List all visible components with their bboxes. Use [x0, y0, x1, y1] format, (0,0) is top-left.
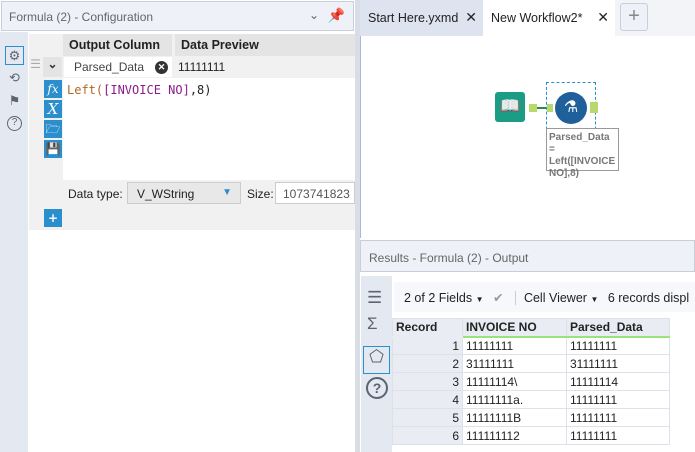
tag-icon[interactable]: ⚑ — [6, 92, 23, 109]
record-number[interactable]: 6 — [392, 426, 463, 445]
data-rows-icon[interactable]: ☰ — [367, 288, 382, 308]
table-row[interactable]: 2 31111111 31111111 — [392, 354, 670, 373]
record-number[interactable]: 2 — [392, 354, 463, 373]
help-icon[interactable]: ? — [366, 377, 388, 399]
expression-args: ,8) — [189, 83, 212, 97]
open-folder-icon[interactable]: 🗁 — [44, 120, 62, 138]
config-title-bar: Formula (2) - Configuration ⌄ 📌 — [1, 1, 354, 31]
results-side-strip: ☰ Σ ⬠ ? — [361, 276, 392, 452]
data-type-label: Data type: — [68, 187, 123, 201]
invoice-no-cell[interactable]: 11111111B — [462, 408, 567, 427]
table-row[interactable]: 3 11111114\ 11111114 — [392, 372, 670, 391]
pin-icon[interactable]: 📌 — [328, 7, 345, 24]
invoice-no-cell[interactable]: 31111111 — [462, 354, 567, 373]
cell-viewer-dropdown[interactable]: Cell Viewer ▼ — [524, 291, 598, 305]
connection-icon[interactable]: ⟲ — [6, 69, 23, 86]
input-tool-icon[interactable]: 📖 — [495, 92, 525, 122]
results-title-bar: Results - Formula (2) - Output — [360, 240, 695, 272]
clear-icon[interactable]: ✕ — [155, 61, 168, 74]
help-icon[interactable]: ? — [7, 116, 22, 131]
tab-label: New Workflow2* — [491, 11, 583, 25]
tab-new-workflow2[interactable]: New Workflow2* ✕ — [483, 0, 615, 36]
collapse-chevron-icon[interactable]: ⌄ — [43, 57, 62, 77]
gear-icon[interactable]: ⚙ — [5, 46, 24, 65]
parsed-data-cell[interactable]: 11111111 — [566, 426, 670, 445]
sigma-icon[interactable]: Σ — [367, 314, 378, 334]
workflow-canvas[interactable]: 📖 ⚗ Parsed_Data = Left([INVOICE NO],8) — [360, 36, 695, 238]
input-anchor[interactable] — [547, 104, 553, 112]
cell-viewer-label: Cell Viewer — [523, 291, 587, 305]
chevron-down-icon[interactable]: ⌄ — [309, 8, 319, 22]
parsed-data-cell[interactable]: 11111111 — [566, 336, 670, 355]
config-title: Formula (2) - Configuration — [9, 10, 154, 24]
variables-icon[interactable]: X — [44, 100, 62, 118]
expression-editor[interactable]: Left([INVOICE NO],8) — [63, 78, 355, 180]
column-header-record[interactable]: Record — [392, 318, 463, 338]
results-toolbar: 2 of 2 Fields ▼ ✔ Cell Viewer ▼ 6 record… — [394, 282, 695, 312]
parsed-data-cell[interactable]: 11111111 — [566, 408, 670, 427]
configuration-panel: Formula (2) - Configuration ⌄ 📌 ⚙ ⟲ ⚑ ? … — [0, 0, 355, 452]
fields-label: 2 of 2 Fields — [404, 291, 473, 305]
fields-dropdown[interactable]: 2 of 2 Fields ▼ — [404, 291, 484, 305]
data-type-value: V_WString — [137, 187, 195, 201]
column-header-parsed-data[interactable]: Parsed_Data — [566, 318, 670, 338]
add-formula-button[interactable]: + — [44, 209, 62, 227]
results-title: Results - Formula (2) - Output — [369, 251, 529, 265]
expression-field: [INVOICE NO] — [103, 83, 190, 97]
parsed-data-cell[interactable]: 11111111 — [566, 390, 670, 409]
size-input[interactable]: 1073741823 — [275, 182, 355, 204]
table-row[interactable]: 6 111111112 11111111 — [392, 426, 670, 445]
functions-icon[interactable]: fx — [44, 80, 62, 98]
expression-function: Left( — [67, 83, 104, 97]
output-anchor[interactable] — [529, 104, 537, 112]
record-number[interactable]: 5 — [392, 408, 463, 427]
config-side-strip: ⚙ ⟲ ⚑ ? — [0, 32, 28, 452]
data-preview-value: 11111111 — [178, 60, 226, 74]
drag-handle[interactable]: ☰ — [29, 57, 42, 77]
tab-label: Start Here.yxmd — [368, 11, 459, 25]
record-number[interactable]: 3 — [392, 372, 463, 391]
formula-output-anchor[interactable] — [590, 102, 598, 113]
invoice-no-cell[interactable]: 111111112 — [462, 426, 567, 445]
size-label: Size: — [247, 187, 274, 201]
formula-tool-icon[interactable]: ⚗ — [555, 92, 587, 124]
invoice-no-cell[interactable]: 11111114\ — [462, 372, 567, 391]
parsed-data-cell[interactable]: 31111111 — [566, 354, 670, 373]
records-count: 6 records displ — [607, 291, 690, 305]
dropdown-arrow-icon: ▼ — [222, 187, 232, 198]
results-table: Record INVOICE NO Parsed_Data 1 11111111 1… — [392, 318, 670, 445]
record-number[interactable]: 4 — [392, 390, 463, 409]
data-preview-header: Data Preview — [175, 34, 355, 56]
close-icon[interactable]: ✕ — [465, 9, 477, 26]
data-type-row: Data type: V_WString ▼ Size: 1073741823 — [63, 180, 355, 207]
tool-annotation: Parsed_Data = Left([INVOICE NO],8) — [546, 128, 619, 179]
new-tab-button[interactable]: + — [620, 3, 648, 31]
tab-start-here[interactable]: Start Here.yxmd ✕ — [360, 0, 483, 36]
output-column-header: Output Column — [63, 34, 172, 56]
table-row[interactable]: 1 11111111 11111111 — [392, 336, 670, 355]
apply-check-icon[interactable]: ✔ — [493, 291, 503, 305]
table-row[interactable]: 4 11111111a. 11111111 — [392, 390, 670, 409]
table-row[interactable]: 5 11111111B 11111111 — [392, 408, 670, 427]
invoice-no-cell[interactable]: 11111111a. — [462, 390, 567, 409]
parsed-data-cell[interactable]: 11111114 — [566, 372, 670, 391]
add-row — [29, 208, 355, 230]
invoice-no-cell[interactable]: 11111111 — [462, 336, 567, 355]
record-number[interactable]: 1 — [392, 336, 463, 355]
save-icon[interactable]: 💾 — [44, 140, 62, 158]
tag-shape-icon[interactable]: ⬠ — [363, 346, 390, 374]
data-type-select[interactable]: V_WString ▼ — [127, 182, 241, 204]
close-icon[interactable]: ✕ — [597, 9, 609, 26]
column-header-invoice-no[interactable]: INVOICE NO — [462, 318, 567, 338]
